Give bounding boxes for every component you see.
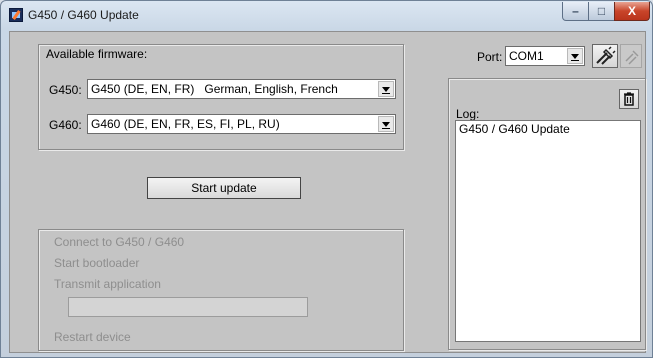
title-bar[interactable]: G450 / G460 Update – □ X bbox=[1, 1, 652, 29]
port-select[interactable]: COM1 bbox=[505, 46, 585, 66]
connect-button[interactable] bbox=[592, 44, 618, 68]
g450-label: G450: bbox=[49, 83, 82, 97]
trash-icon bbox=[624, 92, 634, 106]
unplug-icon bbox=[625, 50, 639, 65]
g460-label: G460: bbox=[49, 118, 82, 132]
g450-selected-value: G450 (DE, EN, FR) German, English, Frenc… bbox=[91, 82, 338, 96]
port-label: Port: bbox=[477, 50, 503, 64]
step-connect: Connect to G450 / G460 bbox=[54, 235, 185, 249]
log-label: Log: bbox=[456, 107, 480, 121]
window-title: G450 / G460 Update bbox=[28, 8, 139, 22]
port-selected-value: COM1 bbox=[509, 49, 544, 63]
app-icon bbox=[9, 8, 23, 22]
close-icon: X bbox=[627, 4, 636, 18]
log-output[interactable]: G450 / G460 Update bbox=[455, 120, 641, 342]
maximize-icon: □ bbox=[597, 4, 606, 18]
g450-firmware-select[interactable]: G450 (DE, EN, FR) German, English, Frenc… bbox=[87, 79, 396, 99]
update-steps-group: Connect to G450 / G460 Start bootloader … bbox=[38, 229, 404, 351]
chevron-down-icon[interactable] bbox=[567, 48, 583, 64]
transmit-progress-bar bbox=[68, 297, 308, 317]
app-window: G450 / G460 Update – □ X Available firmw… bbox=[0, 0, 653, 358]
minimize-button[interactable]: – bbox=[562, 2, 589, 21]
firmware-group-title: Available firmware: bbox=[46, 47, 148, 61]
disconnect-button[interactable] bbox=[620, 44, 642, 68]
step-start-bootloader: Start bootloader bbox=[54, 256, 140, 270]
log-line: G450 / G460 Update bbox=[459, 122, 570, 136]
close-button[interactable]: X bbox=[614, 2, 650, 21]
step-transmit-application: Transmit application bbox=[54, 277, 161, 291]
plug-icon bbox=[596, 46, 616, 65]
log-group: Log: G450 / G460 Update bbox=[448, 78, 646, 350]
step-restart-device: Restart device bbox=[54, 330, 131, 344]
firmware-group: Available firmware: G450: G450 (DE, EN, … bbox=[38, 44, 404, 150]
start-update-button[interactable]: Start update bbox=[147, 177, 301, 199]
minimize-icon: – bbox=[572, 4, 579, 18]
maximize-button[interactable]: □ bbox=[588, 2, 615, 21]
g460-selected-value: G460 (DE, EN, FR, ES, FI, PL, RU) bbox=[91, 117, 280, 131]
chevron-down-icon[interactable] bbox=[378, 81, 394, 97]
client-area: Available firmware: G450: G450 (DE, EN, … bbox=[9, 31, 646, 353]
g460-firmware-select[interactable]: G460 (DE, EN, FR, ES, FI, PL, RU) bbox=[87, 114, 396, 134]
chevron-down-icon[interactable] bbox=[378, 116, 394, 132]
clear-log-button[interactable] bbox=[619, 89, 639, 109]
